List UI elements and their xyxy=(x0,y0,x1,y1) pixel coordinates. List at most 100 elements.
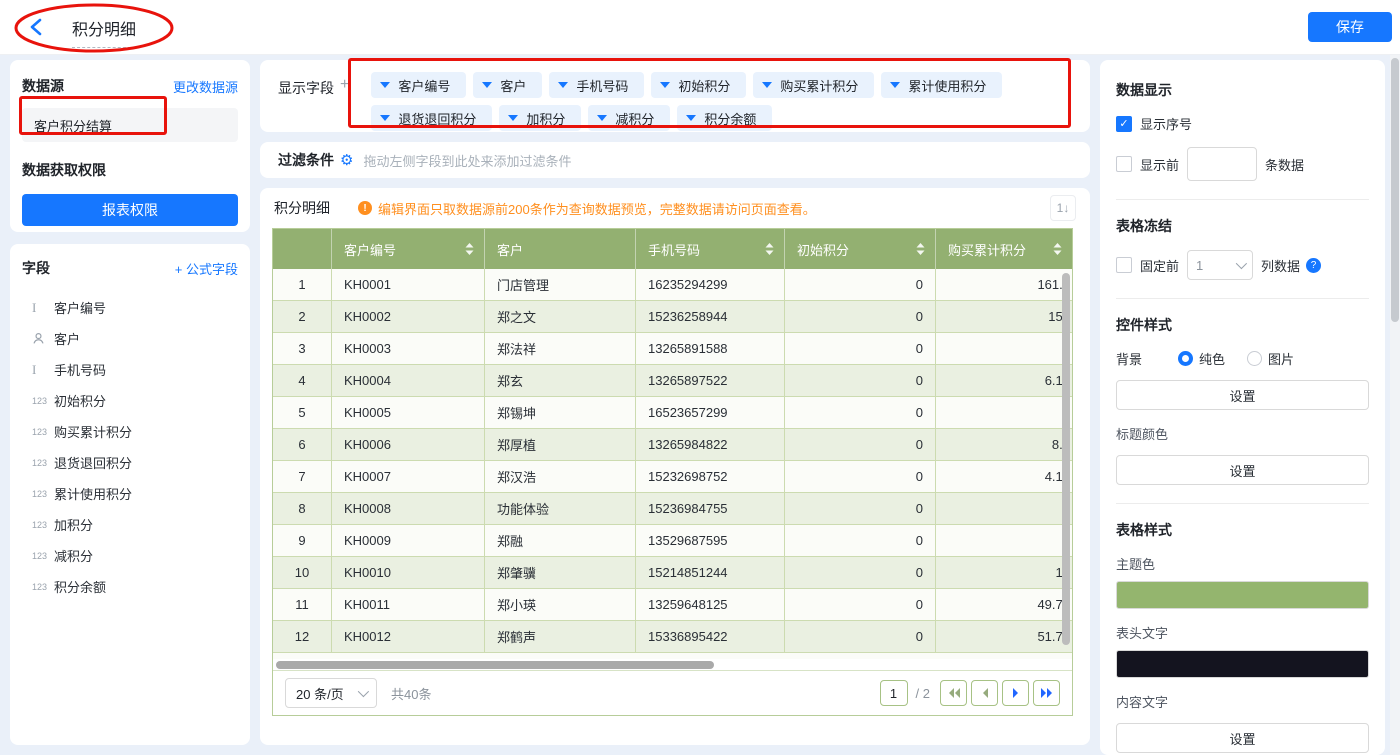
next-page-button[interactable] xyxy=(1002,680,1029,706)
field-item[interactable]: I客户编号 xyxy=(22,292,238,323)
table-cell: 0 xyxy=(936,397,1072,428)
table-header-cell[interactable]: 手机号码 xyxy=(636,229,785,269)
field-item[interactable]: 123初始积分 xyxy=(22,385,238,416)
field-item[interactable]: 123累计使用积分 xyxy=(22,478,238,509)
table-body: 1KH0001门店管理162352942990161.22KH0002郑之文15… xyxy=(273,269,1072,653)
vertical-scrollbar-thumb[interactable] xyxy=(1062,273,1070,645)
display-field-chip[interactable]: 购买累计积分 xyxy=(753,72,874,98)
horizontal-scrollbar xyxy=(273,659,1072,671)
display-field-chip[interactable]: 客户 xyxy=(473,72,542,98)
table-row[interactable]: 5KH0005郑锡坤1652365729900 xyxy=(273,397,1072,429)
top-bar: 积分明细 保存 xyxy=(0,0,1400,55)
chevron-down-icon xyxy=(660,82,670,88)
background-set-button[interactable]: 设置 xyxy=(1116,380,1369,410)
fix-columns-checkbox[interactable] xyxy=(1116,257,1132,273)
display-field-chip[interactable]: 减积分 xyxy=(588,105,670,131)
table-cell: KH0004 xyxy=(332,365,485,396)
table-cell: 郑之文 xyxy=(485,301,636,332)
display-field-chip[interactable]: 加积分 xyxy=(499,105,581,131)
table-row[interactable]: 9KH0009郑融1352968759500 xyxy=(273,525,1072,557)
add-formula-field-link[interactable]: + 公式字段 xyxy=(175,259,238,278)
gear-icon[interactable]: ⚙ xyxy=(340,153,353,168)
table-cell: KH0012 xyxy=(332,621,485,652)
header-text-color-swatch[interactable] xyxy=(1116,650,1369,678)
display-field-chip[interactable]: 积分余额 xyxy=(677,105,772,131)
table-row[interactable]: 6KH0006郑厚植1326598482208.3 xyxy=(273,429,1072,461)
table-header-cell[interactable]: 客户编号 xyxy=(332,229,485,269)
display-field-chip[interactable]: 退货退回积分 xyxy=(371,105,492,131)
field-item[interactable]: 123加积分 xyxy=(22,509,238,540)
table-row[interactable]: 4KH0004郑玄1326589752206.14 xyxy=(273,365,1072,397)
table-cell: 15236984755 xyxy=(636,493,785,524)
fix-columns-select[interactable]: 1 xyxy=(1187,250,1253,280)
back-icon[interactable] xyxy=(26,16,48,38)
sort-arrows-icon[interactable] xyxy=(1053,242,1062,256)
title-color-set-button[interactable]: 设置 xyxy=(1116,455,1369,485)
first-page-button[interactable] xyxy=(940,680,967,706)
theme-color-swatch[interactable] xyxy=(1116,581,1369,609)
solid-color-radio[interactable] xyxy=(1178,351,1193,366)
display-field-chip[interactable]: 手机号码 xyxy=(549,72,644,98)
sort-arrows-icon[interactable] xyxy=(765,242,774,256)
display-field-chip-label: 减积分 xyxy=(615,109,654,128)
display-field-chip[interactable]: 客户编号 xyxy=(371,72,466,98)
table-row[interactable]: 1KH0001门店管理162352942990161.2 xyxy=(273,269,1072,301)
table-row[interactable]: 8KH0008功能体验1523698475500 xyxy=(273,493,1072,525)
table-row[interactable]: 12KH0012郑鹤声15336895422051.76 xyxy=(273,621,1072,653)
window-scrollbar-thumb[interactable] xyxy=(1391,58,1399,322)
datasource-value[interactable]: 客户积分结算 xyxy=(22,108,238,142)
show-first-count-input[interactable] xyxy=(1187,147,1257,181)
change-datasource-link[interactable]: 更改数据源 xyxy=(173,77,238,96)
field-item[interactable]: 123购买累计积分 xyxy=(22,416,238,447)
chevron-down-icon xyxy=(482,82,492,88)
sort-arrows-icon[interactable] xyxy=(465,242,474,256)
table-cell: 0 xyxy=(785,461,936,492)
page-size-select[interactable]: 20 条/页 xyxy=(285,678,377,708)
display-field-chip[interactable]: 初始积分 xyxy=(651,72,746,98)
field-item[interactable]: I手机号码 xyxy=(22,354,238,385)
theme-color-label: 主题色 xyxy=(1116,554,1369,573)
content-text-set-button[interactable]: 设置 xyxy=(1116,723,1369,753)
page-number-input[interactable]: 1 xyxy=(880,680,908,706)
table-header-cell[interactable]: 购买累计积分 xyxy=(936,229,1072,269)
member-field-icon xyxy=(32,332,54,345)
solid-color-label: 纯色 xyxy=(1199,349,1225,368)
horizontal-scrollbar-thumb[interactable] xyxy=(276,661,714,669)
table-cell: 7 xyxy=(273,461,332,492)
field-item[interactable]: 123退货退回积分 xyxy=(22,447,238,478)
help-icon[interactable]: ? xyxy=(1306,258,1321,273)
image-radio[interactable] xyxy=(1247,351,1262,366)
display-field-chip-label: 累计使用积分 xyxy=(908,76,986,95)
table-row[interactable]: 11KH0011郑小瑛13259648125049.72 xyxy=(273,589,1072,621)
table-cell: 49.72 xyxy=(936,589,1072,620)
save-button[interactable]: 保存 xyxy=(1308,12,1392,42)
data-table: 客户编号客户手机号码初始积分购买累计积分 1KH0001门店管理16235294… xyxy=(272,228,1073,716)
table-row[interactable]: 10KH0010郑肇骥15214851244018 xyxy=(273,557,1072,589)
table-cell: 8 xyxy=(273,493,332,524)
table-header-index xyxy=(273,229,332,269)
add-display-field-button[interactable]: + xyxy=(340,76,349,94)
table-cell: 郑法祥 xyxy=(485,333,636,364)
number-field-icon: 123 xyxy=(32,396,54,406)
table-cell: 郑鹤声 xyxy=(485,621,636,652)
last-page-button[interactable] xyxy=(1033,680,1060,706)
display-field-chip[interactable]: 累计使用积分 xyxy=(881,72,1002,98)
divider xyxy=(1116,298,1369,299)
show-index-checkbox[interactable]: ✓ xyxy=(1116,116,1132,132)
number-field-icon: 123 xyxy=(32,551,54,561)
field-item[interactable]: 123积分余额 xyxy=(22,571,238,602)
table-row[interactable]: 3KH0003郑法祥1326589158800 xyxy=(273,333,1072,365)
table-cell: KH0009 xyxy=(332,525,485,556)
table-row[interactable]: 7KH0007郑汉浩1523269875204.12 xyxy=(273,461,1072,493)
field-item[interactable]: 123减积分 xyxy=(22,540,238,571)
prev-page-button[interactable] xyxy=(971,680,998,706)
filter-placeholder: 拖动左侧字段到此处来添加过滤条件 xyxy=(363,151,571,170)
report-permission-button[interactable]: 报表权限 xyxy=(22,194,238,226)
sort-arrows-icon[interactable] xyxy=(916,242,925,256)
sort-order-button[interactable]: 1↓ xyxy=(1050,195,1076,221)
show-first-checkbox[interactable] xyxy=(1116,156,1132,172)
field-item[interactable]: 客户 xyxy=(22,323,238,354)
table-header-cell[interactable]: 初始积分 xyxy=(785,229,936,269)
table-cell: 16523657299 xyxy=(636,397,785,428)
table-row[interactable]: 2KH0002郑之文152362589440150 xyxy=(273,301,1072,333)
